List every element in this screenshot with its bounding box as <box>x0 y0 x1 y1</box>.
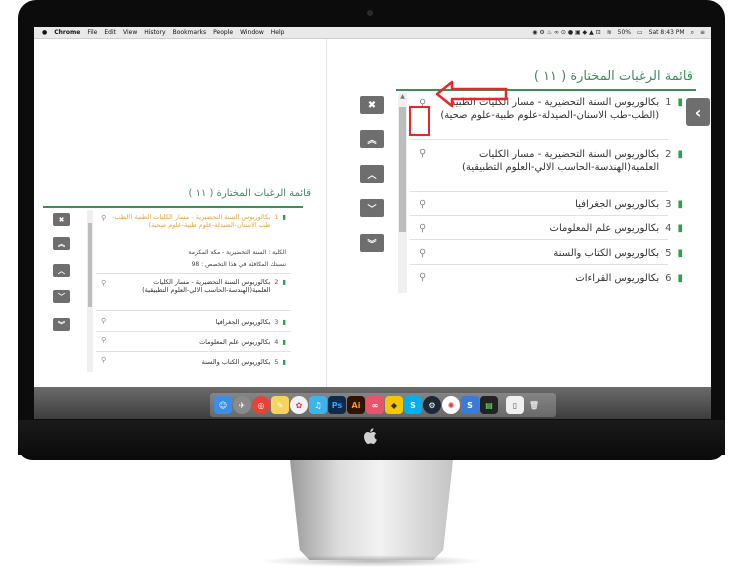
double-up-icon: ︽ <box>58 239 65 248</box>
row-divider <box>96 351 291 352</box>
item-label: بكالوريوس علم المعلومات <box>199 338 271 346</box>
item-label: بكالوريوس الكتاب والسنة <box>201 358 271 366</box>
move-to-bottom-button-small[interactable]: ︾ <box>53 318 70 331</box>
search-icon[interactable]: ⚲ <box>101 317 106 325</box>
link-app-icon[interactable]: ∞ <box>366 396 384 414</box>
notes-icon[interactable]: ✎ <box>271 396 289 414</box>
dock: ☺ ✈ ◎ ✎ ✿ ♫ Ps Ai ∞ ◆ S ⚙ ✺ S ▤ ▯ 🗑 <box>210 393 556 417</box>
camera-dot <box>367 10 373 16</box>
launchpad-icon[interactable]: ✈ <box>233 396 251 414</box>
move-down-button-small[interactable]: ﹀ <box>53 290 70 303</box>
remove-button-small[interactable]: ✖ <box>53 213 70 226</box>
search-icon[interactable]: ⚲ <box>101 336 106 344</box>
monitor-chin <box>18 420 725 460</box>
monitor-stand <box>290 460 453 560</box>
stand-shadow <box>258 555 485 567</box>
illustrator-icon[interactable]: Ai <box>347 396 365 414</box>
chevron-down-icon: ﹀ <box>58 292 65 301</box>
list-item-selected[interactable]: ▮ 1 بكالوريوس السنة التحضيرية - مسار الك… <box>111 213 286 229</box>
search-icon[interactable]: ⚲ <box>101 214 106 222</box>
photos-icon[interactable]: ✿ <box>290 396 308 414</box>
bookmark-icon: ▮ <box>282 278 286 286</box>
scrollbar-thumb-small[interactable] <box>88 223 92 307</box>
bookmark-icon: ▮ <box>282 358 286 366</box>
double-down-icon: ︾ <box>58 320 65 329</box>
title-underline-small <box>43 206 303 208</box>
finder-icon[interactable]: ☺ <box>214 396 232 414</box>
item-detail-college: الكلية : السنة التحضيرية - مكة المكرمة <box>188 249 286 256</box>
steam-icon[interactable]: ⚙ <box>423 396 441 414</box>
desktop-photo: ● Chrome File Edit View History Bookmark… <box>0 0 743 578</box>
row-divider <box>96 273 291 274</box>
list-item[interactable]: ▮ 4 بكالوريوس علم المعلومات <box>111 338 286 346</box>
photoshop-icon[interactable]: Ps <box>328 396 346 414</box>
screen: ● Chrome File Edit View History Bookmark… <box>34 27 711 419</box>
highlight-box <box>409 106 430 136</box>
chevron-up-icon: ︿ <box>58 266 65 275</box>
terminal-icon[interactable]: ▤ <box>480 396 498 414</box>
preview-icon[interactable]: ▯ <box>506 396 524 414</box>
row-divider <box>96 331 291 332</box>
activity-icon[interactable]: S <box>461 396 479 414</box>
wishlist-title-small: قائمة الرغبات المختارة ( ١١ ) <box>188 188 311 199</box>
apple-logo-icon <box>363 428 379 446</box>
sketch-icon[interactable]: ◆ <box>385 396 403 414</box>
item-detail-ratio: نسبتك المكافئة في هذا التخصص : 98 <box>191 261 286 268</box>
search-icon[interactable]: ⚲ <box>101 279 106 287</box>
move-up-button-small[interactable]: ︿ <box>53 264 70 277</box>
pinwheel-app-icon[interactable]: ✺ <box>442 396 460 414</box>
item-label: بكالوريوس الجغرافيا <box>215 318 271 326</box>
bookmark-icon: ▮ <box>282 318 286 326</box>
bird-app-icon[interactable]: ♫ <box>309 396 327 414</box>
search-icon[interactable]: ⚲ <box>101 356 106 364</box>
item-label: بكالوريوس السنة التحضيرية - مسار الكليات… <box>142 278 271 295</box>
item-label: بكالوريوس السنة التحضيرية - مسار الكليات… <box>112 213 271 230</box>
row-divider <box>96 310 291 311</box>
list-item[interactable]: ▮ 3 بكالوريوس الجغرافيا <box>111 318 286 326</box>
chrome-icon[interactable]: ◎ <box>252 396 270 414</box>
move-to-top-button-small[interactable]: ︽ <box>53 237 70 250</box>
list-item[interactable]: ▮ 5 بكالوريوس الكتاب والسنة <box>111 358 286 366</box>
red-arrow-icon <box>435 80 508 108</box>
trash-icon[interactable]: 🗑 <box>525 396 543 414</box>
bookmark-icon: ▮ <box>282 338 286 346</box>
list-item[interactable]: ▮ 2 بكالوريوس السنة التحضيرية - مسار الك… <box>111 278 286 294</box>
bookmark-icon: ▮ <box>282 213 286 221</box>
close-icon: ✖ <box>58 215 65 224</box>
skype-icon[interactable]: S <box>404 396 422 414</box>
